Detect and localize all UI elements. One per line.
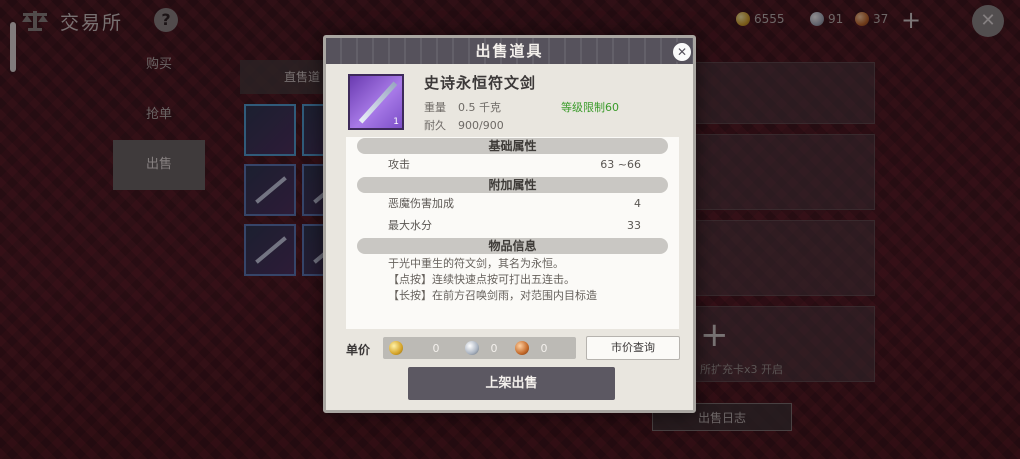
item-weight: 重量 0.5 千克 <box>424 101 501 114</box>
item-name: 史诗永恒符文剑 <box>424 74 537 92</box>
stat-row: 攻击 63 ~66 <box>388 158 641 171</box>
item-durability: 耐久 900/900 <box>424 119 504 132</box>
price-silver[interactable]: 0 <box>479 342 509 355</box>
bronze-coin-icon <box>515 341 529 355</box>
list-for-sale-button[interactable]: 上架出售 <box>408 367 615 400</box>
unit-price-label: 单价 <box>346 343 371 357</box>
item-sword-icon: 1 <box>348 74 404 130</box>
silver-coin-icon <box>465 341 479 355</box>
level-requirement: 等级限制60 <box>561 101 619 114</box>
section-base-stats: 基础属性 <box>357 138 668 154</box>
dialog-title: 出售道具 <box>326 38 693 64</box>
stat-row: 恶魔伤害加成 4 <box>388 197 641 210</box>
unit-price-input[interactable]: 0 0 0 <box>383 337 576 359</box>
item-description: 于光中重生的符文剑，其名为永恒。 【点按】连续快速点按可打出五连击。 【长按】在… <box>388 257 597 302</box>
price-gold[interactable]: 0 <box>421 342 451 355</box>
section-item-info: 物品信息 <box>357 238 668 254</box>
price-bronze[interactable]: 0 <box>529 342 559 355</box>
item-details-scroll[interactable]: 基础属性 攻击 63 ~66 附加属性 恶魔伤害加成 4 最大水分 33 物品信息 于… <box>346 137 679 329</box>
section-bonus-stats: 附加属性 <box>357 177 668 193</box>
sell-item-dialog: 出售道具 ✕ 1 史诗永恒符文剑 重量 0.5 千克 耐久 900/900 等级限制… <box>323 35 696 413</box>
market-price-query-button[interactable]: 市价查询 <box>586 336 680 360</box>
dialog-close-icon[interactable]: ✕ <box>671 41 693 63</box>
gold-coin-icon <box>389 341 403 355</box>
item-level-badge: 1 <box>393 117 399 127</box>
stat-row: 最大水分 33 <box>388 219 641 232</box>
